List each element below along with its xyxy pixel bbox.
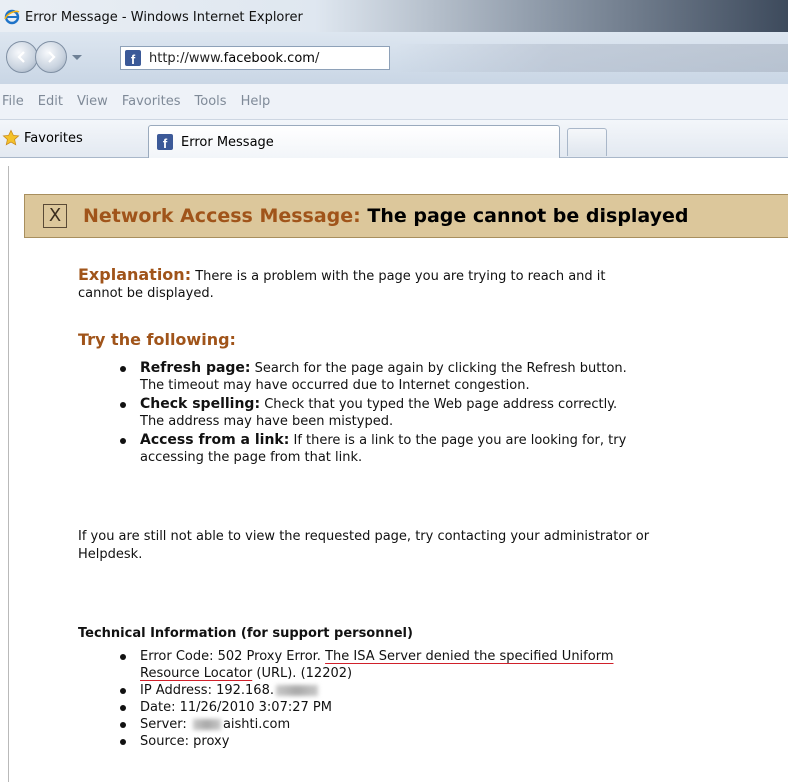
date-text: Date: 11/26/2010 3:07:27 PM — [140, 700, 332, 715]
banner-message: The page cannot be displayed — [367, 205, 689, 227]
error-x-icon: X — [43, 204, 67, 228]
browser-window: Error Message - Windows Internet Explore… — [0, 0, 788, 782]
item-label: Refresh page: — [140, 360, 251, 376]
server-suffix: aishti.com — [222, 717, 291, 732]
technical-info-list: Error Code: 502 Proxy Error. The ISA Ser… — [118, 648, 638, 750]
explanation-label: Explanation: — [78, 265, 192, 284]
forward-arrow-icon — [48, 51, 56, 63]
ie-logo-icon — [4, 9, 20, 25]
title-bar: Error Message - Windows Internet Explore… — [0, 0, 788, 32]
try-list: Refresh page: Search for the page again … — [118, 360, 638, 468]
server-prefix: Server: — [140, 717, 187, 732]
favorites-label: Favorites — [24, 130, 83, 146]
banner-lead: Network Access Message: — [83, 205, 361, 227]
menu-bar: File Edit View Favorites Tools Help — [0, 84, 788, 120]
banner-title: Network Access Message: The page cannot … — [83, 205, 689, 227]
list-item-ip: IP Address: 192.168. — [118, 682, 638, 699]
list-item-source: Source: proxy — [118, 733, 638, 750]
address-bar[interactable]: f http://www.facebook.com/ — [120, 46, 390, 70]
item-label: Access from a link: — [140, 432, 290, 448]
technical-info-heading: Technical Information (for support perso… — [78, 626, 413, 641]
tab-error-message[interactable]: f Error Message — [148, 125, 560, 158]
new-tab-button[interactable] — [567, 128, 607, 156]
item-label: Check spelling: — [140, 396, 261, 412]
list-item: Access from a link: If there is a link t… — [118, 432, 638, 466]
viewport-border — [8, 166, 9, 782]
list-item: Refresh page: Search for the page again … — [118, 360, 638, 394]
menu-help[interactable]: Help — [241, 94, 271, 109]
forward-button[interactable] — [35, 41, 67, 73]
url-domain: facebook.com — [223, 50, 315, 66]
error-code-suffix: (URL). (12202) — [256, 666, 353, 681]
facebook-favicon-icon: f — [157, 134, 173, 150]
menu-favorites[interactable]: Favorites — [122, 94, 181, 109]
menu-tools[interactable]: Tools — [195, 94, 227, 109]
window-title: Error Message - Windows Internet Explore… — [25, 9, 303, 25]
url-suffix: / — [314, 50, 320, 66]
try-heading: Try the following: — [78, 330, 236, 349]
back-arrow-icon — [17, 51, 25, 63]
favorites-bar: Favorites f Error Message — [0, 120, 788, 158]
url-prefix: http://www. — [149, 50, 224, 66]
list-item-server: Server: aishti.com — [118, 716, 638, 733]
menu-edit[interactable]: Edit — [38, 94, 63, 109]
error-code-prefix: Error Code: 502 Proxy Error. — [140, 649, 321, 664]
list-item: Check spelling: Check that you typed the… — [118, 396, 638, 430]
recent-pages-dropdown-icon[interactable] — [68, 48, 86, 66]
menu-view[interactable]: View — [77, 94, 108, 109]
star-icon — [2, 129, 20, 146]
url-text[interactable]: http://www.facebook.com/ — [149, 51, 319, 66]
back-button[interactable] — [6, 41, 38, 73]
page-content: X Network Access Message: The page canno… — [0, 158, 788, 782]
menu-file[interactable]: File — [2, 94, 24, 109]
ip-address: IP Address: 192.168. — [140, 683, 274, 698]
redacted-ip — [275, 685, 318, 696]
blurred-toolbar-area — [395, 44, 788, 72]
favorites-button[interactable]: Favorites — [2, 124, 83, 152]
navigation-bar: f http://www.facebook.com/ — [0, 32, 788, 84]
facebook-favicon-icon: f — [125, 50, 141, 66]
explanation-paragraph: Explanation: There is a problem with the… — [78, 266, 638, 302]
list-item-error-code: Error Code: 502 Proxy Error. The ISA Ser… — [118, 648, 638, 682]
still-not-able-text: If you are still not able to view the re… — [78, 529, 650, 562]
list-item-date: Date: 11/26/2010 3:07:27 PM — [118, 699, 638, 716]
redacted-server — [192, 719, 221, 730]
source-text: Source: proxy — [140, 734, 230, 749]
error-banner: X Network Access Message: The page canno… — [24, 194, 788, 238]
tab-label: Error Message — [181, 134, 274, 150]
